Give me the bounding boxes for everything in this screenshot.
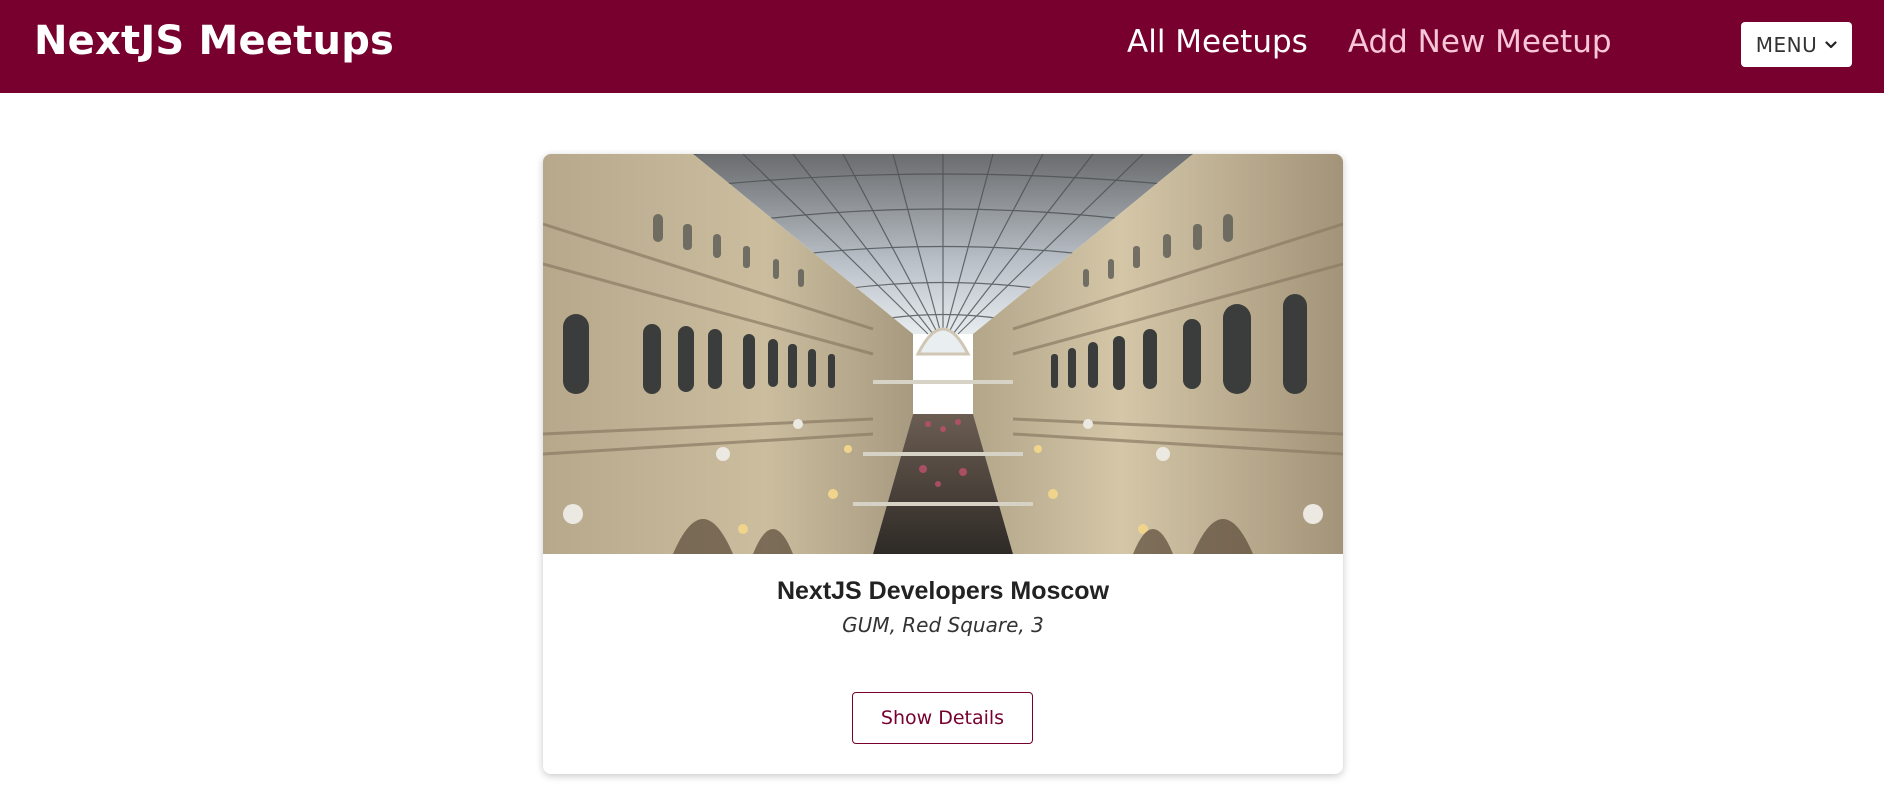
- site-logo[interactable]: NextJS Meetups: [34, 18, 394, 64]
- menu-label: MENU: [1755, 32, 1818, 57]
- top-header: NextJS Meetups All Meetups Add New Meetu…: [0, 0, 1884, 93]
- meetup-card: NextJS Developers Moscow GUM, Red Square…: [543, 154, 1343, 774]
- menu-dropdown-button[interactable]: MENU: [1741, 22, 1852, 67]
- nav-add-new-meetup[interactable]: Add New Meetup: [1348, 24, 1612, 60]
- chevron-down-icon: [1825, 40, 1837, 48]
- main-nav: All Meetups Add New Meetup: [1127, 24, 1612, 60]
- nav-all-meetups[interactable]: All Meetups: [1127, 24, 1308, 60]
- meetup-address: GUM, Red Square, 3: [842, 613, 1044, 637]
- gallery-photo-icon: [543, 154, 1343, 554]
- meetup-title: NextJS Developers Moscow: [776, 577, 1110, 605]
- meetup-image: [543, 154, 1343, 554]
- show-details-button[interactable]: Show Details: [852, 692, 1033, 744]
